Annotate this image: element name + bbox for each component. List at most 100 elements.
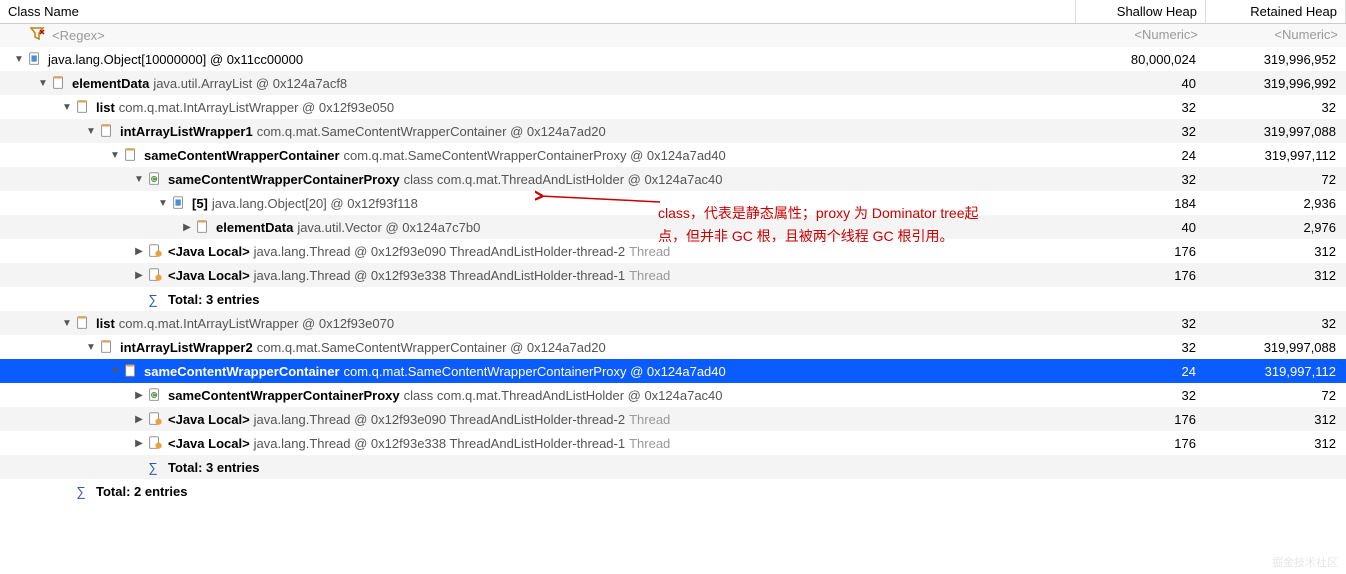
obj-icon — [122, 147, 140, 163]
cell-shallow: 32 — [1076, 388, 1206, 403]
header-shallow-heap[interactable]: Shallow Heap — [1076, 0, 1206, 23]
cell-shallow: 176 — [1076, 412, 1206, 427]
tree-row-label: sameContentWrapperContainercom.q.mat.Sam… — [144, 364, 726, 379]
array-icon — [170, 195, 188, 211]
tree-row-label: java.lang.Object[10000000] @ 0x11cc00000 — [48, 52, 303, 67]
tree-cell-name: ▶CsameContentWrapperContainerProxyclass … — [0, 385, 1076, 405]
tree-body: ▼ java.lang.Object[10000000] @ 0x11cc0000… — [0, 47, 1346, 503]
tree-row-label: Total: 3 entries — [168, 292, 260, 307]
tree-row-label: Total: 3 entries — [168, 460, 260, 475]
cell-retained: 2,936 — [1206, 196, 1346, 211]
tree-cell-name: ▼ sameContentWrapperContainercom.q.mat.Sa… — [0, 145, 1076, 165]
filter-name-input[interactable]: <Regex> — [52, 28, 105, 43]
cell-retained: 72 — [1206, 388, 1346, 403]
expand-arrow-down-icon[interactable]: ▼ — [108, 150, 122, 161]
tree-row-label: listcom.q.mat.IntArrayListWrapper @ 0x12… — [96, 100, 394, 115]
expand-arrow-down-icon[interactable]: ▼ — [132, 174, 146, 185]
tree-row-label: sameContentWrapperContainerProxyclass co… — [168, 388, 723, 403]
header-class-name[interactable]: Class Name — [0, 0, 1076, 23]
expand-arrow-right-icon[interactable]: ▶ — [132, 414, 146, 425]
cell-retained: 312 — [1206, 436, 1346, 451]
svg-text:C: C — [152, 177, 156, 183]
cell-shallow: 32 — [1076, 316, 1206, 331]
tree-row[interactable]: ▼intArrayListWrapper1com.q.mat.SameConte… — [0, 119, 1346, 143]
expand-arrow-down-icon[interactable]: ▼ — [108, 366, 122, 377]
tree-row[interactable]: ▶∑Total: 2 entries — [0, 479, 1346, 503]
watermark: 掘金技术社区 — [1272, 554, 1338, 570]
tree-row[interactable]: ▼elementDatajava.util.ArrayList @ 0x124a… — [0, 71, 1346, 95]
tree-row-label: <Java Local>java.lang.Thread @ 0x12f93e3… — [168, 268, 670, 283]
tree-row[interactable]: ▶ <Java Local>java.lang.Thread @ 0x12f93e… — [0, 263, 1346, 287]
tree-cell-name: ▼[5]java.lang.Object[20] @ 0x12f93f118 — [0, 193, 1076, 213]
tree-row-label: <Java Local>java.lang.Thread @ 0x12f93e0… — [168, 412, 670, 427]
expand-arrow-down-icon[interactable]: ▼ — [60, 318, 74, 329]
sigma-icon: ∑ — [146, 291, 164, 307]
expand-arrow-down-icon[interactable]: ▼ — [84, 126, 98, 137]
cell-retained: 312 — [1206, 412, 1346, 427]
tree-cell-name: ▶∑Total: 3 entries — [0, 457, 1076, 477]
tree-row-label: elementDatajava.util.Vector @ 0x124a7c7b… — [216, 220, 480, 235]
filter-shallow-input[interactable]: <Numeric> — [1076, 24, 1206, 47]
cell-shallow: 24 — [1076, 148, 1206, 163]
cell-retained: 32 — [1206, 100, 1346, 115]
cell-retained: 319,997,112 — [1206, 364, 1346, 379]
expand-arrow-down-icon[interactable]: ▼ — [156, 198, 170, 209]
tree-row[interactable]: ▼ sameContentWrapperContainercom.q.mat.Sa… — [0, 359, 1346, 383]
tree-row-label: listcom.q.mat.IntArrayListWrapper @ 0x12… — [96, 316, 394, 331]
cell-shallow: 32 — [1076, 124, 1206, 139]
thread-icon — [146, 243, 164, 259]
tree-row[interactable]: ▼CsameContentWrapperContainerProxyclass … — [0, 167, 1346, 191]
tree-row[interactable]: ▼ java.lang.Object[10000000] @ 0x11cc0000… — [0, 47, 1346, 71]
cell-shallow: 32 — [1076, 172, 1206, 187]
tree-row[interactable]: ▶∑Total: 3 entries — [0, 287, 1346, 311]
thread-icon — [146, 435, 164, 451]
expand-arrow-right-icon[interactable]: ▶ — [180, 222, 194, 233]
tree-row[interactable]: ▼ listcom.q.mat.IntArrayListWrapper @ 0x1… — [0, 95, 1346, 119]
tree-row[interactable]: ▶∑Total: 3 entries — [0, 455, 1346, 479]
expand-arrow-right-icon[interactable]: ▶ — [132, 246, 146, 257]
cell-shallow: 80,000,024 — [1076, 52, 1206, 67]
tree-row[interactable]: ▶<Java Local>java.lang.Thread @ 0x12f93e… — [0, 239, 1346, 263]
cell-retained: 312 — [1206, 244, 1346, 259]
tree-row[interactable]: ▼ listcom.q.mat.IntArrayListWrapper @ 0x1… — [0, 311, 1346, 335]
obj-icon — [50, 75, 68, 91]
tree-cell-name: ▼CsameContentWrapperContainerProxyclass … — [0, 169, 1076, 189]
tree-cell-name: ▶ elementDatajava.util.Vector @ 0x124a7c7… — [0, 217, 1076, 237]
tree-cell-name: ▼elementDatajava.util.ArrayList @ 0x124a… — [0, 73, 1076, 93]
thread-icon — [146, 411, 164, 427]
tree-row[interactable]: ▶<Java Local>java.lang.Thread @ 0x12f93e… — [0, 431, 1346, 455]
cell-shallow: 40 — [1076, 76, 1206, 91]
tree-cell-name: ▼intArrayListWrapper1com.q.mat.SameConte… — [0, 121, 1076, 141]
tree-row-label: sameContentWrapperContainercom.q.mat.Sam… — [144, 148, 726, 163]
tree-cell-name: ▼ sameContentWrapperContainercom.q.mat.Sa… — [0, 361, 1076, 381]
tree-row[interactable]: ▶ <Java Local>java.lang.Thread @ 0x12f93e… — [0, 407, 1346, 431]
header-retained-heap[interactable]: Retained Heap — [1206, 0, 1346, 23]
tree-cell-name: ▶∑Total: 2 entries — [0, 481, 1076, 501]
expand-arrow-down-icon[interactable]: ▼ — [36, 78, 50, 89]
tree-row[interactable]: ▼[5]java.lang.Object[20] @ 0x12f93f11818… — [0, 191, 1346, 215]
obj-icon — [194, 219, 212, 235]
cell-retained: 319,997,088 — [1206, 340, 1346, 355]
expand-arrow-right-icon[interactable]: ▶ — [132, 270, 146, 281]
expand-arrow-right-icon[interactable]: ▶ — [132, 390, 146, 401]
filter-retained-input[interactable]: <Numeric> — [1206, 24, 1346, 47]
tree-row[interactable]: ▼intArrayListWrapper2com.q.mat.SameConte… — [0, 335, 1346, 359]
cell-shallow: 24 — [1076, 364, 1206, 379]
expand-arrow-right-icon[interactable]: ▶ — [132, 438, 146, 449]
obj-icon — [98, 339, 116, 355]
expand-arrow-down-icon[interactable]: ▼ — [60, 102, 74, 113]
array-icon — [26, 51, 44, 67]
tree-row[interactable]: ▼ sameContentWrapperContainercom.q.mat.Sa… — [0, 143, 1346, 167]
sigma-icon: ∑ — [74, 483, 92, 499]
cell-retained: 319,996,952 — [1206, 52, 1346, 67]
cell-shallow: 176 — [1076, 436, 1206, 451]
cell-retained: 2,976 — [1206, 220, 1346, 235]
tree-row[interactable]: ▶CsameContentWrapperContainerProxyclass … — [0, 383, 1346, 407]
expand-arrow-down-icon[interactable]: ▼ — [12, 54, 26, 65]
class-icon: C — [146, 387, 164, 403]
tree-cell-name: ▶<Java Local>java.lang.Thread @ 0x12f93e… — [0, 433, 1076, 453]
tree-row[interactable]: ▶ elementDatajava.util.Vector @ 0x124a7c7… — [0, 215, 1346, 239]
filter-row: <Regex> <Numeric> <Numeric> — [0, 24, 1346, 47]
expand-arrow-down-icon[interactable]: ▼ — [84, 342, 98, 353]
tree-cell-name: ▶ <Java Local>java.lang.Thread @ 0x12f93e… — [0, 409, 1076, 429]
